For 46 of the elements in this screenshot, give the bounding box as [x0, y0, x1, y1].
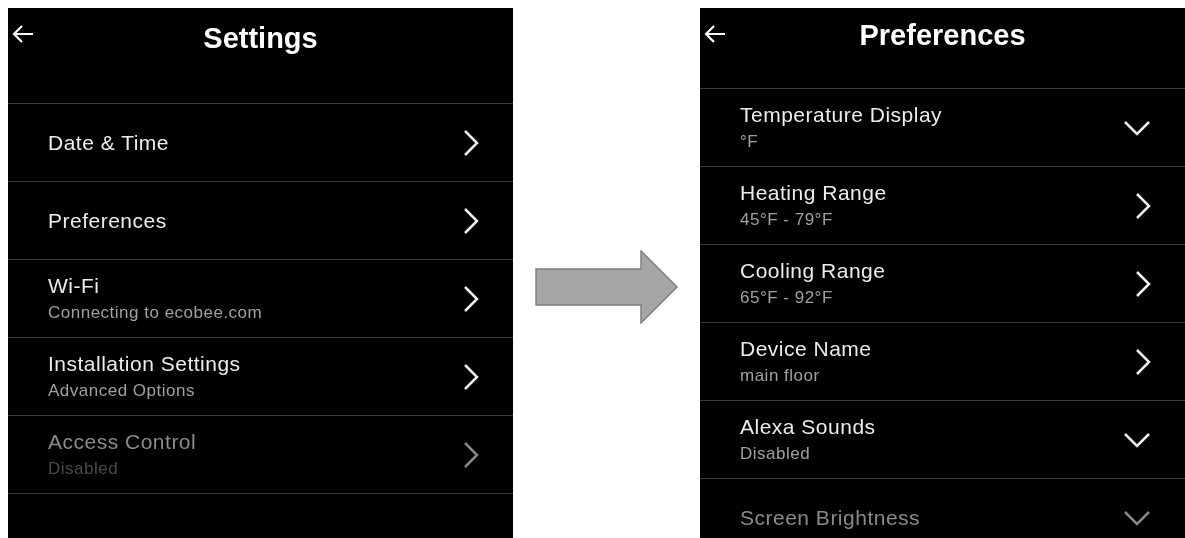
settings-row[interactable]: Alexa Sounds Disabled: [700, 400, 1185, 478]
back-arrow-icon[interactable]: [704, 24, 726, 44]
back-arrow-icon[interactable]: [12, 24, 34, 44]
row-label: Date & Time: [48, 129, 170, 156]
right-arrow-icon: [534, 250, 679, 324]
row-label: Heating Range: [740, 179, 887, 206]
settings-row[interactable]: Device Name main floor: [700, 322, 1185, 400]
chevron-right-icon: [1135, 347, 1151, 376]
screen-title: Preferences: [859, 18, 1026, 54]
row-value: 45°F - 79°F: [740, 208, 834, 231]
chevron-right-icon: [1135, 191, 1151, 220]
chevron-right-icon: [463, 284, 479, 313]
settings-row[interactable]: Access Control Disabled: [8, 415, 513, 493]
row-value: Advanced Options: [48, 379, 196, 402]
settings-row[interactable]: Heating Range 45°F - 79°F: [700, 166, 1185, 244]
row-value: 65°F - 92°F: [740, 286, 834, 309]
row-value: main floor: [740, 364, 821, 387]
settings-row[interactable]: Screen Brightness: [700, 478, 1185, 538]
chevron-right-icon: [463, 128, 479, 157]
row-value: Disabled: [740, 442, 812, 465]
row-value: Disabled: [48, 457, 120, 480]
row-label: Access Control: [48, 428, 197, 455]
row-label: Alexa Sounds: [740, 413, 876, 440]
settings-row[interactable]: Preferences: [8, 181, 513, 259]
chevron-down-icon: [1123, 509, 1151, 526]
settings-row[interactable]: Temperature Display °F: [700, 88, 1185, 166]
chevron-right-icon: [463, 206, 479, 235]
row-label: Temperature Display: [740, 101, 943, 128]
chevron-down-icon: [1123, 119, 1151, 136]
row-label: Device Name: [740, 335, 872, 362]
chevron-right-icon: [1135, 269, 1151, 298]
row-value: Connecting to ecobee.com: [48, 301, 263, 324]
row-label: Cooling Range: [740, 257, 886, 284]
chevron-right-icon: [463, 362, 479, 391]
row-value: °F: [740, 130, 760, 153]
settings-row[interactable]: Wi-Fi Connecting to ecobee.com: [8, 259, 513, 337]
row-label: Wi-Fi: [48, 272, 101, 299]
chevron-right-icon: [463, 440, 479, 469]
settings-row[interactable]: Installation Settings Advanced Options: [8, 337, 513, 415]
row-label: Installation Settings: [48, 350, 241, 377]
settings-row[interactable]: Cooling Range 65°F - 92°F: [700, 244, 1185, 322]
row-label: Screen Brightness: [740, 504, 921, 531]
row-label: Preferences: [48, 207, 167, 234]
screen-title: Settings: [203, 20, 318, 56]
chevron-down-icon: [1123, 431, 1151, 448]
settings-row[interactable]: Date & Time: [8, 103, 513, 181]
